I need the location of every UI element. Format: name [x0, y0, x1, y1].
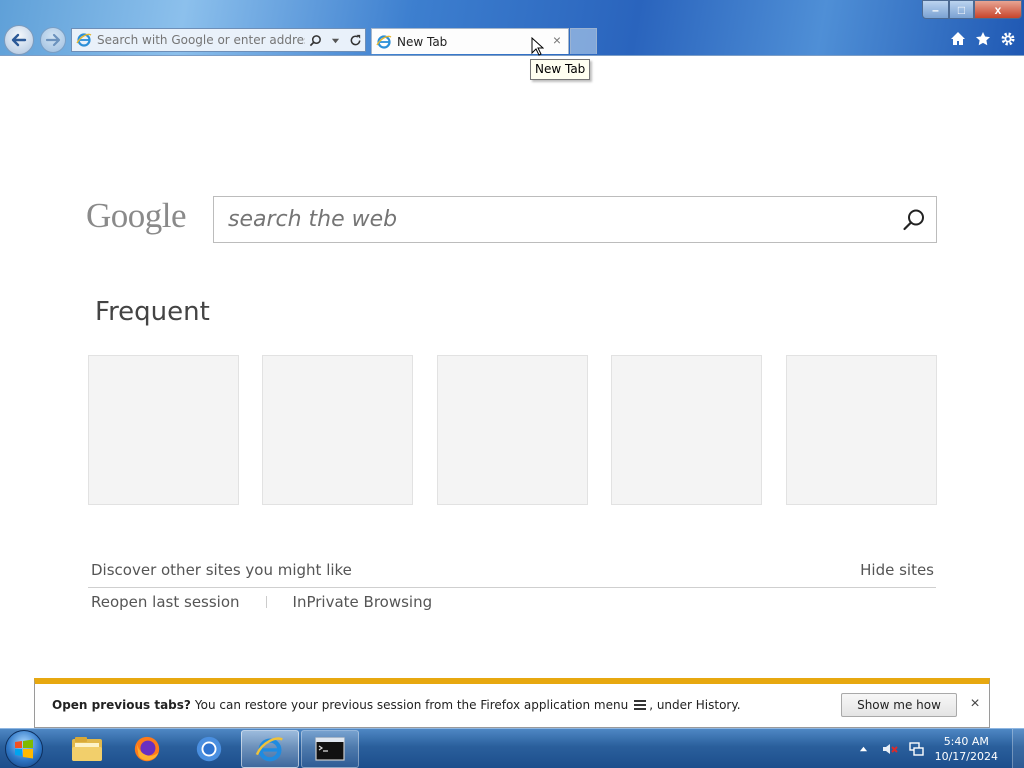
taskbar-clock[interactable]: 5:40 AM 10/17/2024: [935, 734, 998, 764]
back-arrow-icon: [11, 33, 27, 47]
link-separator: [265, 596, 267, 608]
volume-muted-icon[interactable]: [882, 741, 898, 757]
notification-close-icon[interactable]: ×: [967, 696, 983, 712]
notification-text: You can restore your previous session fr…: [194, 698, 629, 712]
chrome-icon: [196, 736, 222, 762]
tab-title: New Tab: [397, 34, 448, 49]
inprivate-browsing-link[interactable]: InPrivate Browsing: [293, 593, 433, 611]
system-tray: 5:40 AM 10/17/2024: [851, 729, 1024, 768]
taskbar: 5:40 AM 10/17/2024: [0, 728, 1024, 768]
window-controls: – □ x: [922, 0, 1022, 19]
taskbar-file-explorer[interactable]: [58, 730, 116, 768]
close-button[interactable]: x: [974, 0, 1022, 19]
web-search-input[interactable]: [214, 207, 892, 232]
ie-page-icon: [76, 33, 92, 47]
taskbar-chrome[interactable]: [180, 730, 238, 768]
google-logo: Google: [86, 196, 187, 235]
frequent-tile-2[interactable]: [262, 355, 413, 505]
notification-bold-text: Open previous tabs?: [52, 698, 191, 712]
show-me-how-button[interactable]: Show me how: [841, 693, 957, 717]
firefox-icon: [134, 736, 160, 762]
maximize-button[interactable]: □: [949, 0, 974, 19]
discover-sites-link[interactable]: Discover other sites you might like: [91, 561, 352, 579]
frequent-tile-5[interactable]: [786, 355, 937, 505]
browser-toolbar-right: [949, 30, 1016, 47]
hide-sites-link[interactable]: Hide sites: [860, 561, 934, 579]
frequent-tile-4[interactable]: [611, 355, 762, 505]
internet-explorer-icon: [255, 737, 283, 762]
search-button[interactable]: [892, 198, 936, 242]
dropdown-arrow-icon[interactable]: [327, 32, 343, 48]
back-button[interactable]: [4, 25, 34, 55]
tab-tooltip: New Tab: [530, 59, 591, 80]
web-search-box[interactable]: [213, 196, 937, 243]
magnifier-icon: [903, 209, 924, 230]
notification-message: Open previous tabs? You can restore your…: [52, 698, 741, 712]
favorites-star-icon[interactable]: [974, 30, 991, 47]
ie-tab-icon: [376, 34, 392, 49]
frequent-heading: Frequent: [95, 297, 210, 327]
mouse-cursor-icon: [531, 37, 544, 56]
taskbar-firefox[interactable]: [118, 730, 176, 768]
show-hidden-icons-arrow-icon[interactable]: [856, 741, 872, 757]
session-links: Reopen last session InPrivate Browsing: [91, 593, 432, 611]
browser-title-bar: New Tab × – □ x: [0, 0, 1024, 56]
search-icon[interactable]: [307, 32, 323, 48]
settings-gear-icon[interactable]: [999, 30, 1016, 47]
command-prompt-icon: [315, 737, 345, 761]
discover-row: Discover other sites you might like Hide…: [88, 561, 936, 588]
taskbar-command-prompt[interactable]: [301, 730, 359, 768]
forward-arrow-icon: [45, 33, 61, 47]
reopen-last-session-link[interactable]: Reopen last session: [91, 593, 240, 611]
clock-date: 10/17/2024: [934, 750, 998, 763]
start-button[interactable]: [5, 730, 43, 768]
tab-close-icon[interactable]: ×: [550, 33, 564, 47]
windows-logo-icon: [15, 739, 33, 759]
taskbar-internet-explorer[interactable]: [241, 730, 299, 768]
new-tab-button[interactable]: [570, 28, 597, 54]
home-icon[interactable]: [949, 30, 966, 47]
address-input[interactable]: [97, 33, 305, 47]
network-icon[interactable]: [908, 741, 924, 757]
show-desktop-button[interactable]: [1012, 729, 1024, 768]
frequent-tile-1[interactable]: [88, 355, 239, 505]
address-bar[interactable]: [71, 28, 366, 52]
clock-time: 5:40 AM: [943, 735, 989, 748]
forward-button[interactable]: [40, 27, 66, 53]
minimize-button[interactable]: –: [922, 0, 949, 19]
notification-text-tail: , under History.: [649, 698, 741, 712]
file-explorer-icon: [72, 737, 102, 761]
hamburger-menu-icon: [634, 700, 647, 710]
refresh-icon[interactable]: [347, 32, 363, 48]
frequent-tile-3[interactable]: [437, 355, 588, 505]
restore-session-notification: Open previous tabs? You can restore your…: [34, 678, 990, 728]
